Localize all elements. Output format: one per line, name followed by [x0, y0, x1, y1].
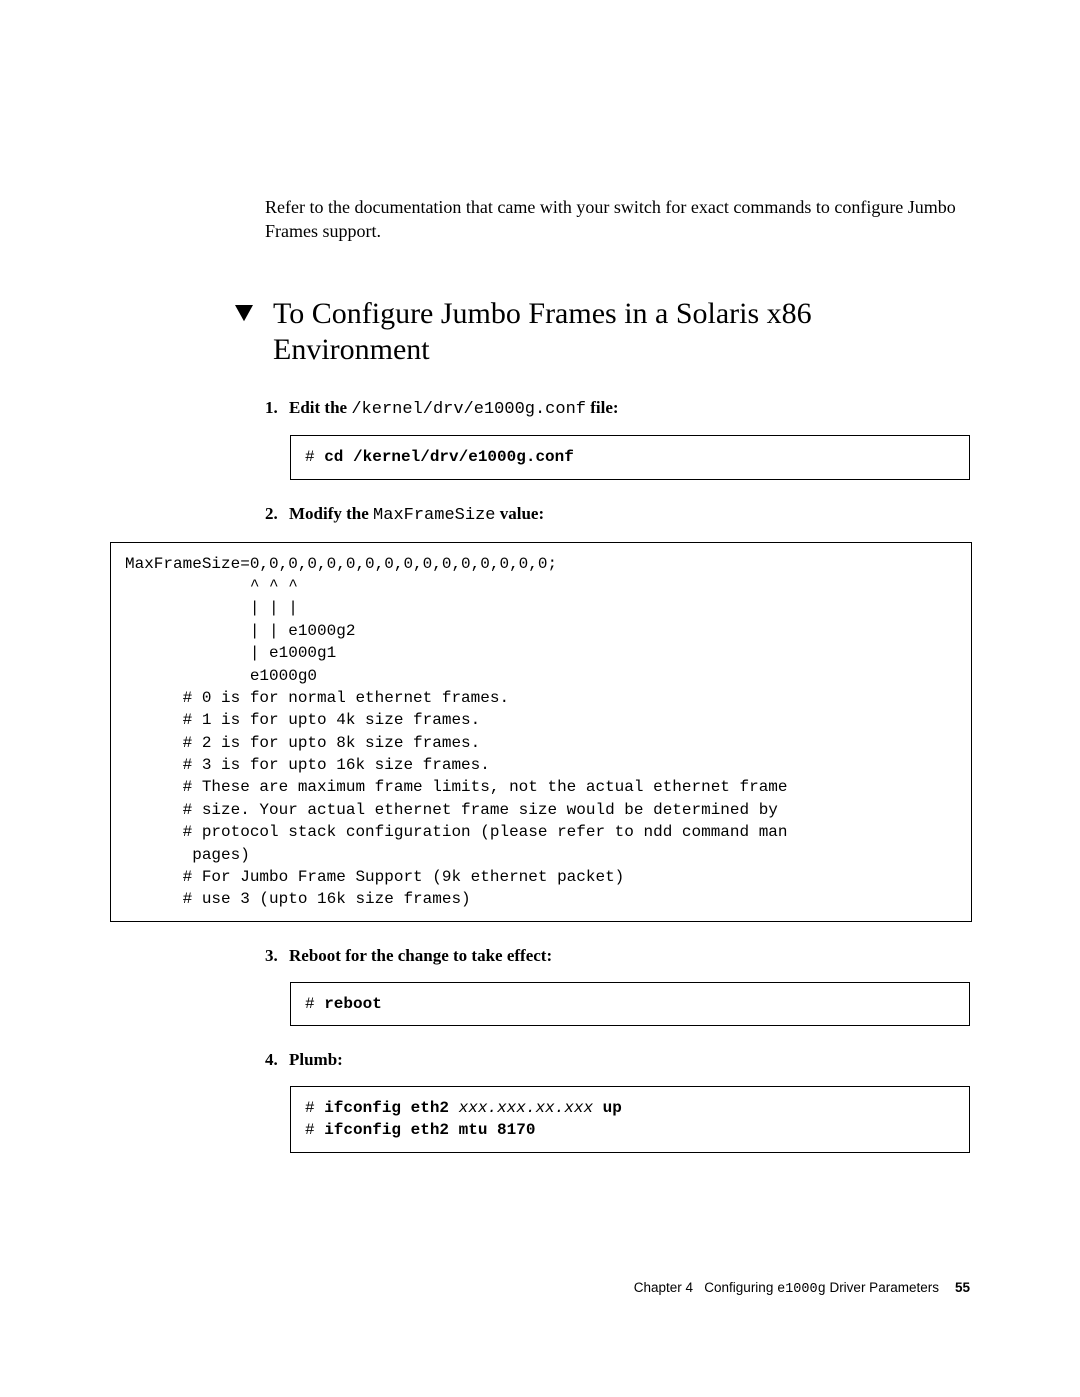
step-text: Plumb:	[289, 1048, 343, 1072]
footer-title-b: Driver Parameters	[826, 1280, 939, 1295]
step-2: 2. Modify the MaxFrameSize value:	[265, 502, 970, 528]
triangle-down-icon	[235, 305, 253, 323]
step-number: 3.	[265, 944, 285, 968]
step-suffix: value:	[495, 504, 544, 523]
prompt: #	[305, 1099, 324, 1117]
code-block-ifconfig: # ifconfig eth2 xxx.xxx.xx.xxx up # ifco…	[290, 1086, 970, 1153]
step-text: Edit the /kernel/drv/e1000g.conf file:	[289, 396, 619, 422]
step-prefix: Modify the	[289, 504, 373, 523]
step-prefix: Edit the	[289, 398, 351, 417]
step-1: 1. Edit the /kernel/drv/e1000g.conf file…	[265, 396, 970, 422]
command: reboot	[324, 995, 382, 1013]
path-text: /kernel/drv/e1000g.conf	[351, 400, 586, 419]
cmd-part: up	[593, 1099, 622, 1117]
intro-paragraph: Refer to the documentation that came wit…	[265, 195, 970, 244]
page-number: 55	[955, 1280, 970, 1295]
token-text: MaxFrameSize	[373, 506, 495, 525]
code-block-cd: # cd /kernel/drv/e1000g.conf	[290, 435, 970, 479]
command: cd /kernel/drv/e1000g.conf	[324, 448, 574, 466]
cmd-part: ifconfig eth2	[324, 1099, 458, 1117]
section-heading: To Configure Jumbo Frames in a Solaris x…	[235, 296, 970, 368]
step-4: 4. Plumb:	[265, 1048, 970, 1072]
code-block-maxframe: MaxFrameSize=0,0,0,0,0,0,0,0,0,0,0,0,0,0…	[110, 542, 972, 922]
step-text: Modify the MaxFrameSize value:	[289, 502, 544, 528]
prompt: #	[305, 1121, 324, 1139]
step-suffix: file:	[586, 398, 619, 417]
cmd-placeholder: xxx.xxx.xx.xxx	[459, 1099, 593, 1117]
footer-mono: e1000g	[777, 1282, 826, 1297]
step-number: 1.	[265, 396, 285, 422]
step-text: Reboot for the change to take effect:	[289, 944, 552, 968]
code-block-reboot: # reboot	[290, 982, 970, 1026]
step-number: 2.	[265, 502, 285, 528]
page-content: Refer to the documentation that came wit…	[0, 0, 1080, 1397]
footer-title-a: Configuring	[704, 1280, 777, 1295]
step-3: 3. Reboot for the change to take effect:	[265, 944, 970, 968]
page-footer: Chapter 4 Configuring e1000g Driver Para…	[634, 1280, 970, 1297]
command: ifconfig eth2 mtu 8170	[324, 1121, 535, 1139]
chapter-label: Chapter 4	[634, 1280, 693, 1295]
step-number: 4.	[265, 1048, 285, 1072]
prompt: #	[305, 448, 324, 466]
heading-text: To Configure Jumbo Frames in a Solaris x…	[273, 296, 970, 368]
prompt: #	[305, 995, 324, 1013]
